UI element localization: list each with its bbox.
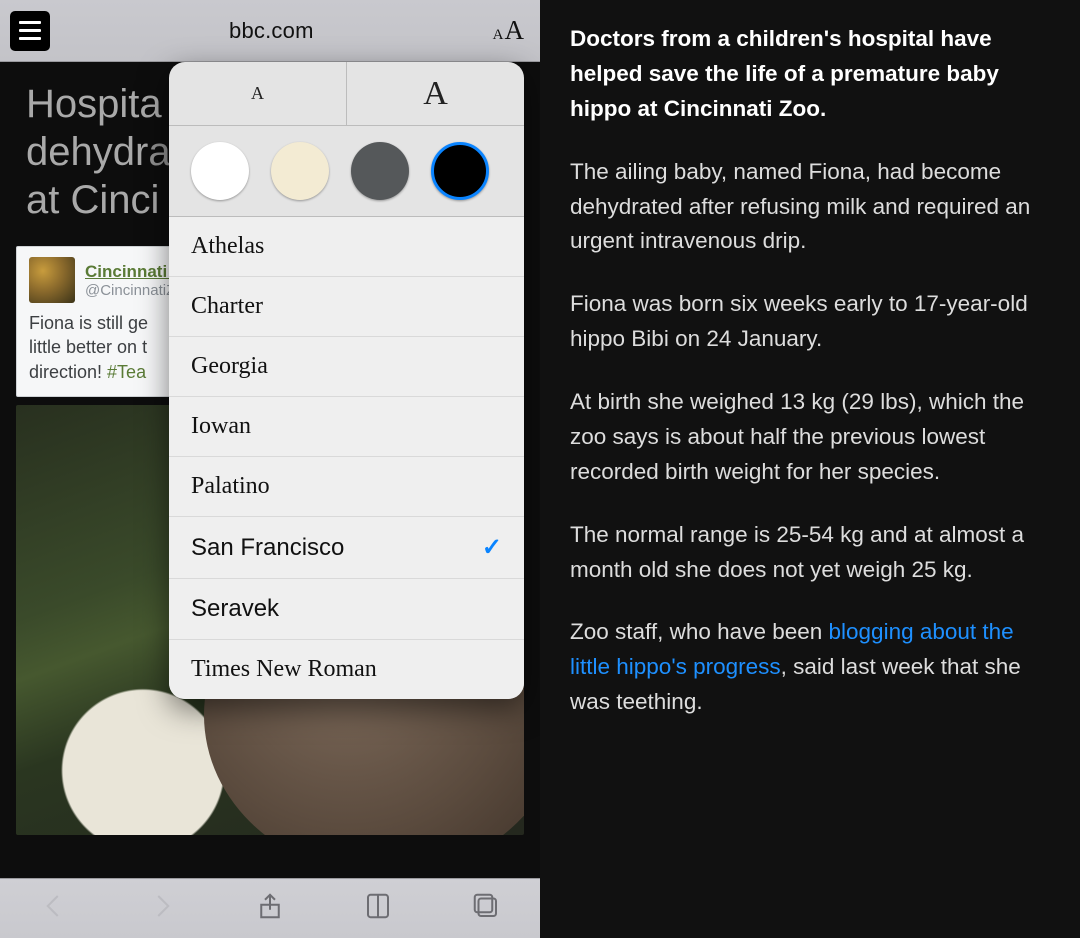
increase-text-size[interactable]: A: [347, 62, 524, 125]
article-paragraph: Fiona was born six weeks early to 17-yea…: [570, 287, 1058, 357]
theme-swatch-white[interactable]: [191, 142, 249, 200]
back-button[interactable]: [39, 891, 69, 926]
text-size-large-icon: A: [505, 15, 525, 46]
theme-swatch-gray[interactable]: [351, 142, 409, 200]
font-option-label: Iowan: [191, 413, 251, 440]
article-paragraph: At birth she weighed 13 kg (29 lbs), whi…: [570, 385, 1058, 490]
font-option-label: Georgia: [191, 353, 268, 380]
article-paragraph: Zoo staff, who have been blogging about …: [570, 615, 1058, 720]
font-option-label: Athelas: [191, 233, 264, 260]
bottom-tabbar: [0, 878, 540, 938]
text-size-small-icon: A: [493, 27, 504, 44]
font-option-seravek[interactable]: Seravek: [169, 579, 524, 640]
font-option-san-francisco[interactable]: San Francisco ✓: [169, 517, 524, 579]
font-option-label: San Francisco: [191, 534, 344, 562]
checkmark-icon: ✓: [482, 533, 502, 562]
theme-swatch-black[interactable]: [431, 142, 489, 200]
reader-appearance-popover: A A Athelas Charter Georgia Iowan Palatino Sa…: [169, 62, 524, 699]
font-list: Athelas Charter Georgia Iowan Palatino San Fr…: [169, 217, 524, 699]
font-option-iowan[interactable]: Iowan: [169, 397, 524, 457]
reader-view-button[interactable]: [10, 11, 50, 51]
right-screenshot-article: Doctors from a children's hospital have …: [540, 0, 1080, 938]
article-paragraph: The normal range is 25-54 kg and at almo…: [570, 518, 1058, 588]
font-option-times-new-roman[interactable]: Times New Roman: [169, 640, 524, 699]
safari-toolbar: bbc.com AA: [0, 0, 540, 62]
theme-row: [169, 126, 524, 217]
tabs-button[interactable]: [471, 891, 501, 926]
font-option-georgia[interactable]: Georgia: [169, 337, 524, 397]
font-option-label: Times New Roman: [191, 656, 377, 683]
avatar: [29, 257, 75, 303]
font-option-athelas[interactable]: Athelas: [169, 217, 524, 277]
theme-swatch-sepia[interactable]: [271, 142, 329, 200]
forward-button[interactable]: [147, 891, 177, 926]
article-paragraph: The ailing baby, named Fiona, had become…: [570, 155, 1058, 260]
share-button[interactable]: [255, 891, 285, 926]
font-option-label: Palatino: [191, 473, 270, 500]
article-lead: Doctors from a children's hospital have …: [570, 22, 1058, 127]
left-screenshot: bbc.com AA Hospitadehydraat Cinci Cincin…: [0, 0, 540, 938]
bookmarks-button[interactable]: [363, 891, 393, 926]
text-size-button[interactable]: AA: [493, 15, 530, 46]
url-display[interactable]: bbc.com: [50, 18, 493, 44]
font-option-label: Seravek: [191, 595, 279, 623]
font-option-palatino[interactable]: Palatino: [169, 457, 524, 517]
font-option-charter[interactable]: Charter: [169, 277, 524, 337]
font-option-label: Charter: [191, 293, 263, 320]
text-size-row: A A: [169, 62, 524, 126]
decrease-text-size[interactable]: A: [169, 62, 347, 125]
